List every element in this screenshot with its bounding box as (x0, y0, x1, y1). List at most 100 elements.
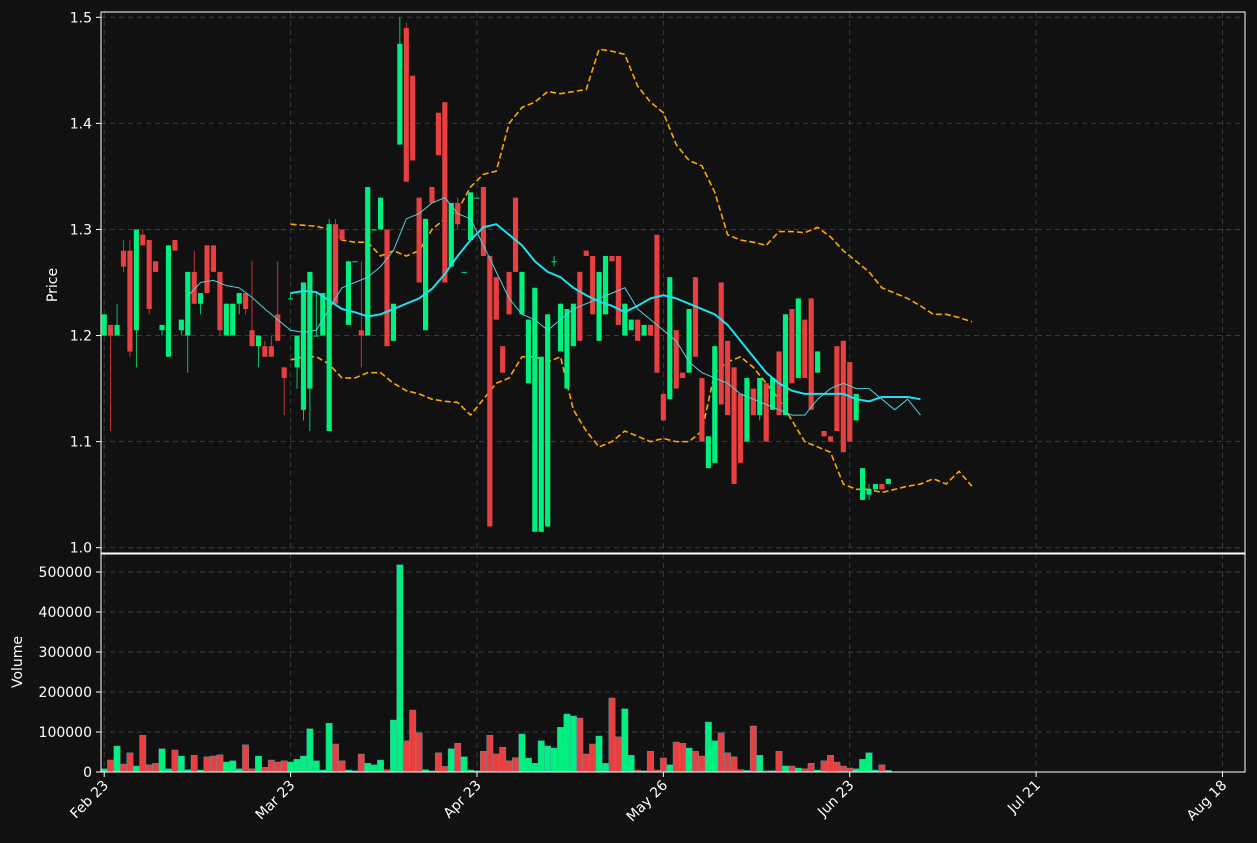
candle-up (326, 224, 332, 432)
volume-bar (627, 755, 635, 773)
candle-down (821, 431, 827, 437)
volume-tick-label: 300000 (39, 645, 92, 661)
candle-down (249, 330, 255, 347)
volume-bar (107, 759, 115, 773)
candle-down (146, 240, 152, 310)
volume-bar (859, 759, 867, 773)
candle-down (487, 255, 493, 527)
volume-bar (390, 719, 397, 773)
volume-bar (794, 767, 802, 773)
candle-down (506, 271, 512, 315)
volume-bar (171, 749, 179, 773)
volume-bar (280, 760, 288, 773)
volume-bar (370, 764, 378, 773)
candle-up (313, 335, 319, 337)
candle-up (114, 324, 120, 336)
volume-tick-label: 500000 (39, 565, 92, 581)
volume-bar (255, 755, 262, 773)
volume-bar (447, 748, 455, 773)
volume-bar (229, 760, 237, 773)
candle-down (699, 377, 705, 442)
candle-up (185, 271, 191, 336)
candle-up (519, 271, 525, 315)
candle-up (551, 261, 557, 263)
candle-up (532, 287, 538, 532)
volume-bar (756, 755, 764, 773)
candle-down (210, 245, 217, 272)
candle-down (339, 229, 345, 241)
candle-down (416, 197, 422, 283)
candle-down (493, 277, 499, 320)
candle-down (879, 484, 885, 490)
candle-up (557, 303, 564, 352)
volume-bar (692, 751, 699, 773)
volume-bar (486, 735, 494, 773)
volume-bar (152, 763, 160, 773)
volume-bar (312, 760, 320, 773)
volume-bar (306, 728, 314, 773)
candle-up (255, 335, 262, 347)
candle-up (744, 377, 750, 442)
candle-up (474, 197, 480, 199)
candle-down (333, 224, 339, 304)
candle-down (384, 229, 390, 347)
volume-bar (602, 763, 609, 773)
candle-up (165, 245, 172, 357)
volume-bar (158, 748, 166, 773)
volume-bar (332, 743, 339, 773)
volume-bar (550, 747, 558, 773)
volume-bar (126, 752, 134, 773)
candle-down (120, 250, 127, 267)
volume-bar (865, 752, 873, 773)
volume-bar (120, 763, 127, 773)
candle-up (178, 319, 184, 331)
candle-up (294, 335, 300, 368)
candle-up (230, 303, 236, 336)
candle-down (153, 261, 159, 272)
volume-bar (409, 709, 417, 773)
volume-bar (441, 766, 449, 773)
candle-up (422, 218, 429, 331)
candle-down (435, 112, 441, 156)
candle-down (827, 436, 834, 442)
price-tick-label: 1.3 (70, 222, 92, 238)
volume-bar (833, 761, 841, 773)
candle-up (538, 356, 544, 532)
candle-up (133, 229, 139, 331)
volume-bar (479, 751, 487, 773)
candle-down (834, 346, 840, 432)
candle-down (262, 346, 268, 357)
candle-up (320, 293, 326, 336)
volume-bar (287, 761, 295, 773)
volume-tick-label: 0 (83, 765, 92, 781)
candle-down (268, 346, 274, 357)
candle-up (860, 468, 866, 500)
candle-down (281, 367, 287, 378)
volume-bar (608, 697, 616, 773)
volume-bar (377, 759, 384, 773)
volume-bar (203, 756, 211, 773)
volume-bar (210, 755, 217, 773)
candle-down (217, 271, 223, 331)
volume-bar (704, 721, 712, 773)
volume-bar (396, 564, 404, 773)
volume-axis-title: Volume (10, 636, 26, 688)
candle-up (705, 436, 711, 469)
candle-down (403, 27, 409, 182)
candle-up (815, 351, 821, 373)
volume-bar (820, 760, 828, 773)
volume-tick-label: 100000 (39, 725, 92, 741)
candle-down (243, 293, 249, 310)
candle-up (795, 298, 801, 378)
volume-bar (782, 765, 789, 773)
candle-up (564, 309, 570, 389)
volume-bar (576, 717, 584, 773)
volume-tick-label: 400000 (39, 605, 92, 621)
candle-down (840, 340, 846, 453)
candle-up (371, 229, 377, 231)
candle-up (448, 202, 454, 267)
volume-bar (524, 757, 532, 773)
candle-down (692, 277, 699, 357)
candle-up (866, 489, 872, 495)
volume-bar (672, 741, 680, 773)
